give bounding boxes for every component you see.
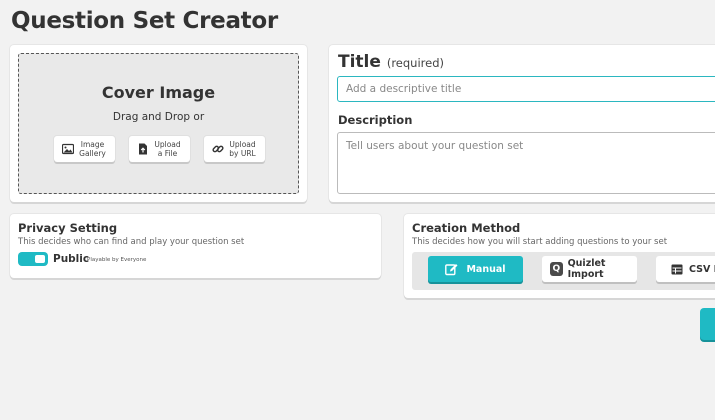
method-tray: Manual Q Quizlet Import CSV Import bbox=[412, 252, 715, 290]
description-input[interactable] bbox=[337, 132, 715, 194]
privacy-toggle[interactable] bbox=[18, 252, 48, 266]
privacy-setting-card: Privacy Setting This decides who can fin… bbox=[10, 214, 381, 278]
privacy-title: Privacy Setting bbox=[18, 221, 118, 235]
title-description-card: Title (required) Description bbox=[329, 45, 715, 202]
cover-buttons: Image Gallery Upload a File Upload by URL bbox=[54, 136, 265, 162]
csv-import-button[interactable]: CSV Import bbox=[656, 256, 715, 282]
upload-file-label: Upload a File bbox=[154, 140, 181, 158]
image-gallery-label: Image Gallery bbox=[79, 140, 106, 158]
quizlet-import-label: Quizlet Import bbox=[567, 258, 606, 280]
manual-label: Manual bbox=[466, 263, 506, 275]
page-title: Question Set Creator bbox=[11, 8, 278, 34]
link-icon bbox=[212, 145, 224, 153]
creation-title: Creation Method bbox=[412, 221, 521, 235]
edit-icon bbox=[445, 263, 458, 275]
upload-url-button[interactable]: Upload by URL bbox=[204, 136, 265, 162]
upload-file-button[interactable]: Upload a File bbox=[129, 136, 190, 162]
next-button[interactable] bbox=[700, 308, 715, 340]
creation-method-card: Creation Method This decides how you wil… bbox=[404, 214, 715, 298]
manual-button[interactable]: Manual bbox=[428, 256, 523, 282]
quizlet-icon: Q bbox=[550, 262, 563, 276]
drag-drop-text: Drag and Drop or bbox=[112, 111, 205, 123]
cover-image-card: Cover Image Drag and Drop or Image Galler… bbox=[10, 45, 307, 202]
upload-url-label: Upload by URL bbox=[229, 140, 256, 158]
table-icon bbox=[671, 264, 683, 274]
title-input[interactable] bbox=[337, 76, 715, 102]
description-label: Description bbox=[338, 113, 413, 127]
privacy-subtitle: This decides who can find and play your … bbox=[18, 237, 245, 247]
cover-image-title: Cover Image bbox=[101, 83, 216, 102]
cover-drop-zone[interactable]: Cover Image Drag and Drop or Image Galler… bbox=[18, 53, 299, 194]
required-note: (required) bbox=[386, 56, 445, 70]
image-icon bbox=[62, 143, 74, 155]
title-label: Title (required) bbox=[338, 52, 445, 72]
image-gallery-button[interactable]: Image Gallery bbox=[54, 136, 115, 162]
creation-subtitle: This decides how you will start adding q… bbox=[412, 237, 668, 247]
page: Question Set Creator Cover Image Drag an… bbox=[0, 0, 715, 420]
csv-import-label: CSV Import bbox=[689, 263, 715, 275]
quizlet-import-button[interactable]: Q Quizlet Import bbox=[542, 256, 637, 282]
toggle-knob bbox=[35, 255, 45, 263]
privacy-value: Public bbox=[53, 253, 90, 265]
file-upload-icon bbox=[139, 143, 147, 155]
privacy-note: Playable by Everyone bbox=[87, 257, 147, 263]
